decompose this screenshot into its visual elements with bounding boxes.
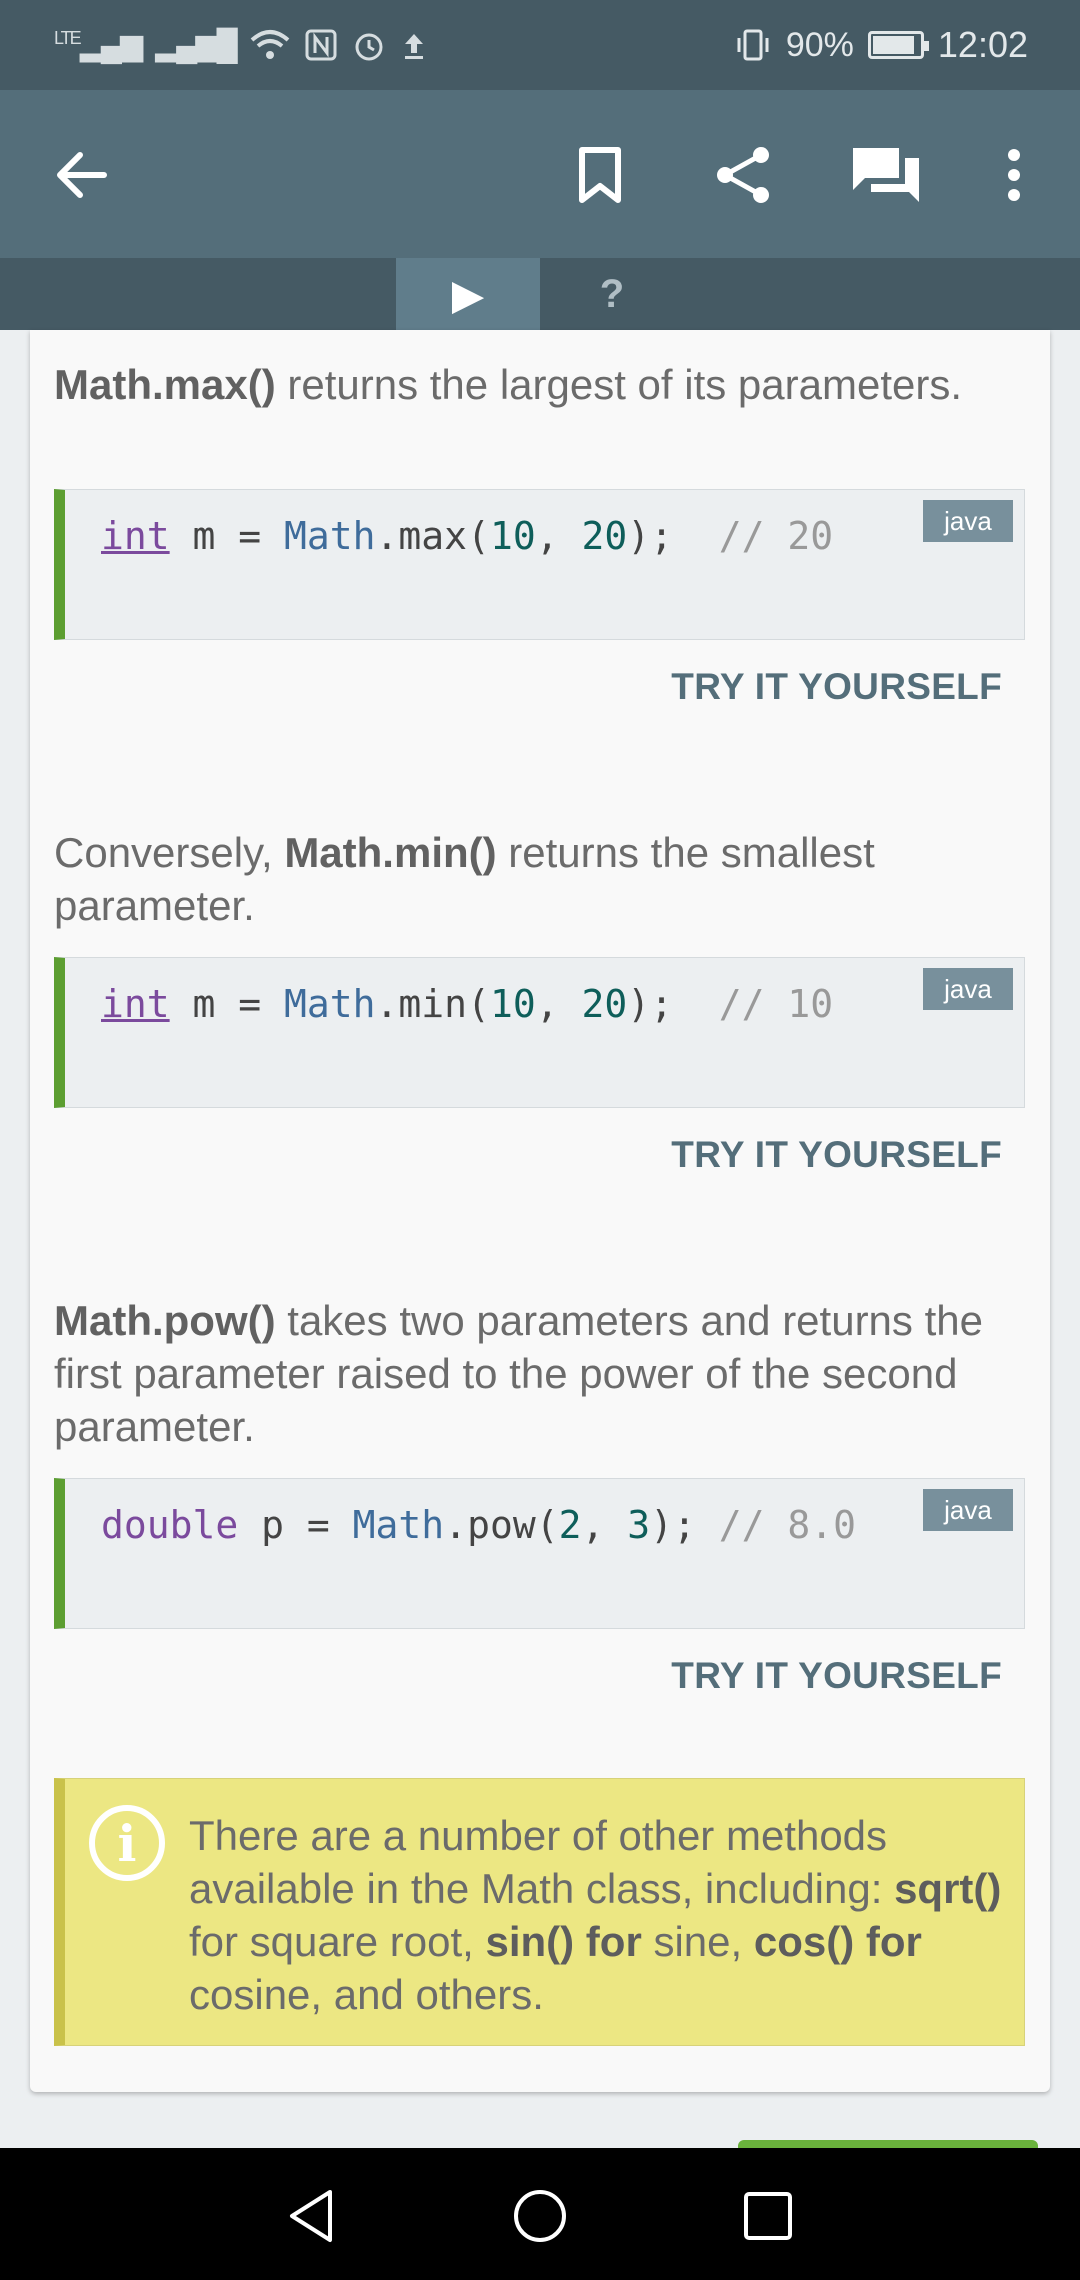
note-bold: cos() for xyxy=(753,1918,922,1965)
language-badge: java xyxy=(923,500,1013,542)
code-text: ); xyxy=(627,982,719,1026)
code-text: .pow( xyxy=(444,1503,559,1547)
nav-recents-icon[interactable] xyxy=(738,2186,798,2246)
comments-button[interactable] xyxy=(841,130,931,220)
back-button[interactable] xyxy=(37,130,127,220)
app-bar xyxy=(0,90,1080,258)
battery-percent: 90% xyxy=(785,25,854,64)
method-name: Math.max() xyxy=(54,361,276,408)
note-text: cosine, and others. xyxy=(189,1971,544,2018)
system-nav-bar xyxy=(0,2148,1080,2280)
code-block-min: int m = Math.min(10, 20); // 10 java xyxy=(54,957,1025,1108)
code-text: m = xyxy=(169,982,285,1026)
code-number: 2 xyxy=(558,1503,582,1547)
section-text-prefix: Conversely, xyxy=(54,829,285,876)
code-comment: // 10 xyxy=(718,982,834,1026)
code-text: , xyxy=(535,982,582,1026)
tab-question[interactable]: ? xyxy=(540,258,684,330)
tab-play[interactable]: ▶ xyxy=(396,258,540,330)
note-text: sine, xyxy=(641,1918,754,1965)
code-text: .max( xyxy=(375,514,490,558)
bookmark-button[interactable] xyxy=(555,130,645,220)
question-icon: ? xyxy=(599,271,625,316)
section-max-text: Math.max() returns the largest of its pa… xyxy=(54,358,1014,411)
info-icon: i xyxy=(89,1805,165,1881)
code-keyword: double xyxy=(101,1503,239,1547)
section-pow-text: Math.pow() takes two parameters and retu… xyxy=(54,1294,1014,1453)
note-bold: sin() for xyxy=(485,1918,642,1965)
code-comment: // 20 xyxy=(718,514,834,558)
status-right: 90% 12:02 xyxy=(734,24,1028,66)
upload-icon xyxy=(404,34,423,59)
code-class: Math xyxy=(284,514,376,558)
code-text: , xyxy=(581,1503,628,1547)
nav-back-icon[interactable] xyxy=(282,2186,342,2246)
share-button[interactable] xyxy=(698,130,788,220)
code-keyword: int xyxy=(101,514,170,558)
code-number: 10 xyxy=(489,982,536,1026)
code-class: Math xyxy=(284,982,376,1026)
status-left: LTE▂▄▆ ▂▄▆█ xyxy=(54,28,428,63)
share-icon xyxy=(717,147,769,203)
nfc-icon xyxy=(305,29,337,61)
vibrate-icon xyxy=(737,29,769,61)
note-text: There are a number of other methods avai… xyxy=(189,1812,895,1912)
battery-icon xyxy=(867,31,929,59)
code-line: int m = Math.max(10, 20); // 20 xyxy=(101,514,833,558)
signal-icon: ▂▄▆█ xyxy=(155,28,238,62)
code-text: ); xyxy=(627,514,719,558)
code-text: m = xyxy=(169,514,285,558)
code-comment: // 8.0 xyxy=(718,1503,857,1547)
section-text: returns the largest of its parameters. xyxy=(275,361,962,408)
lte-signal-icon: LTE▂▄▆ xyxy=(54,27,143,62)
code-class: Math xyxy=(352,1503,445,1547)
try-it-yourself-button[interactable]: TRY IT YOURSELF xyxy=(671,1655,1002,1697)
note-bold: sqrt() xyxy=(894,1865,1002,1912)
try-it-yourself-button[interactable]: TRY IT YOURSELF xyxy=(671,666,1002,708)
code-text: ); xyxy=(650,1503,719,1547)
section-min-text: Conversely, Math.min() returns the small… xyxy=(54,826,1014,932)
battery-fill xyxy=(872,36,915,54)
more-options-button[interactable] xyxy=(969,130,1059,220)
method-name: Math.pow() xyxy=(54,1297,276,1344)
language-badge: java xyxy=(923,1489,1013,1531)
language-badge: java xyxy=(923,968,1013,1010)
info-note: i There are a number of other methods av… xyxy=(54,1778,1025,2046)
comments-icon xyxy=(853,148,919,202)
lesson-tab-strip: ▶ ? xyxy=(0,258,1080,330)
more-vert-icon xyxy=(1008,149,1020,201)
method-name: Math.min() xyxy=(284,829,497,876)
code-keyword: int xyxy=(101,982,170,1026)
nav-home-icon[interactable] xyxy=(510,2186,570,2246)
clock: 12:02 xyxy=(937,24,1028,65)
code-number: 20 xyxy=(581,982,628,1026)
code-text: .min( xyxy=(375,982,490,1026)
network-label: LTE xyxy=(54,27,82,48)
code-text: p = xyxy=(238,1503,353,1547)
code-block-pow: double p = Math.pow(2, 3); // 8.0 java xyxy=(54,1478,1025,1629)
play-icon: ▶ xyxy=(451,270,485,318)
alarm-icon xyxy=(355,33,383,61)
code-line: double p = Math.pow(2, 3); // 8.0 xyxy=(101,1503,856,1547)
note-text: for square root, xyxy=(189,1918,486,1965)
code-text: , xyxy=(535,514,582,558)
code-block-max: int m = Math.max(10, 20); // 20 java xyxy=(54,489,1025,640)
try-it-yourself-button[interactable]: TRY IT YOURSELF xyxy=(671,1134,1002,1176)
lesson-card: Math.max() returns the largest of its pa… xyxy=(30,330,1050,2092)
code-number: 3 xyxy=(627,1503,651,1547)
status-bar: LTE▂▄▆ ▂▄▆█ 90% 12:02 xyxy=(0,0,1080,90)
info-note-text: There are a number of other methods avai… xyxy=(189,1809,1009,2021)
back-arrow-icon xyxy=(57,152,107,198)
code-number: 20 xyxy=(581,514,628,558)
code-number: 10 xyxy=(489,514,536,558)
wifi-icon xyxy=(250,30,290,59)
bookmark-icon xyxy=(579,147,621,203)
code-line: int m = Math.min(10, 20); // 10 xyxy=(101,982,833,1026)
